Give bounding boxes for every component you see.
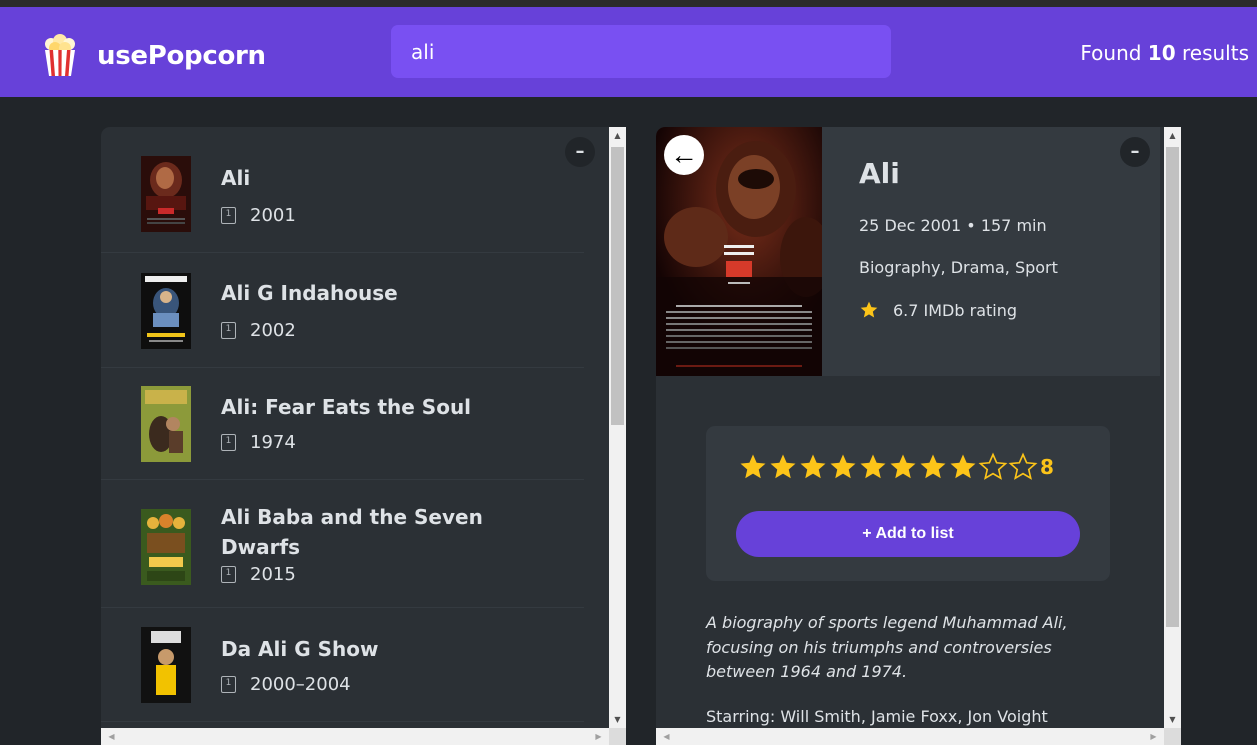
star-filled-icon[interactable] [798,452,828,482]
movie-year: 1 2000–2004 [221,674,351,695]
details-horizontal-scrollbar[interactable]: ◀ ▶ [656,728,1181,745]
movie-details-box[interactable]: ← Ali 25 Dec 2001 • 157 min Biography, D… [656,127,1181,745]
star-filled-icon[interactable] [738,452,768,482]
movie-year: 1 1974 [221,432,296,453]
popcorn-icon [45,34,75,76]
movie-title: Ali Baba and the Seven Dwarfs [221,505,483,559]
movie-title: Da Ali G Show [221,637,379,661]
list-horizontal-scrollbar[interactable]: ◀ ▶ [101,728,626,745]
calendar-icon: 1 [221,207,236,224]
starring-text: Starring: Will Smith, Jamie Foxx, Jon Vo… [706,707,1048,726]
list-vertical-scrollbar[interactable]: ▲ ▼ [609,127,626,728]
movie-list-item[interactable]: Ali: Fear Eats the Soul 1 1974 [101,368,584,480]
star-icon [860,301,878,318]
scroll-down-arrow-icon[interactable]: ▼ [1164,711,1181,728]
star-filled-icon[interactable] [858,452,888,482]
movie-title: Ali G Indahouse [221,281,398,305]
movie-year-text: 2001 [250,205,296,226]
calendar-icon: 1 [221,566,236,583]
results-suffix: results [1175,41,1249,65]
release-runtime: 25 Dec 2001 • 157 min [859,216,1047,235]
movie-year: 1 2002 [221,320,296,341]
star-filled-icon[interactable] [888,452,918,482]
scrollbar-thumb[interactable] [1166,147,1179,627]
window-top-strip [0,0,1257,7]
navbar: usePopcorn Found 10 results [0,7,1257,97]
star-filled-icon[interactable] [918,452,948,482]
rating-value: 8 [1040,455,1054,479]
movie-poster [141,156,191,232]
results-number: 10 [1147,41,1176,65]
movie-year-text: 2002 [250,320,296,341]
movie-list-item[interactable]: Ali G Indahouse 1 2002 [101,253,584,368]
imdb-rating: 6.7 IMDb rating [859,300,1017,320]
search-input[interactable] [391,25,891,78]
movie-year-text: 2015 [250,564,296,585]
star-rating[interactable]: 8 [738,452,1054,482]
calendar-icon: 1 [221,676,236,693]
scrollbar-corner [1164,728,1181,745]
star-filled-icon[interactable] [828,452,858,482]
back-button[interactable]: ← [664,135,704,175]
calendar-icon: 1 [221,434,236,451]
movie-poster [141,627,191,703]
movie-list-item[interactable]: Ali Baba and the Seven Dwarfs 1 2015 [101,480,584,608]
user-rating-box: 8 + Add to list [706,426,1110,581]
movie-poster [141,509,191,585]
results-count: Found 10 results [1080,41,1249,65]
movie-list-item[interactable]: Da Ali G Show 1 2000–2004 [101,608,584,722]
app-name: usePopcorn [97,41,266,71]
detail-title: Ali [859,157,900,190]
movie-year: 1 2001 [221,205,296,226]
scroll-down-arrow-icon[interactable]: ▼ [609,711,626,728]
scroll-right-arrow-icon[interactable]: ▶ [1145,728,1162,745]
star-filled-icon[interactable] [768,452,798,482]
movie-list-item[interactable]: Ali 1 2001 [101,127,584,253]
star-empty-icon[interactable] [978,452,1008,482]
scrollbar-thumb[interactable] [611,147,624,425]
movie-poster [141,273,191,349]
results-prefix: Found [1080,41,1148,65]
movie-list-box[interactable]: Ali 1 2001 Ali G Indahouse 1 2002 Ali: F… [101,127,626,745]
movie-year: 1 2015 [221,564,296,585]
movie-list: Ali 1 2001 Ali G Indahouse 1 2002 Ali: F… [101,127,584,722]
plot-text: A biography of sports legend Muhammad Al… [706,613,1068,681]
movie-year-text: 1974 [250,432,296,453]
add-to-list-button[interactable]: + Add to list [736,511,1080,557]
movie-poster [141,386,191,462]
movie-year-text: 2000–2004 [250,674,351,695]
scroll-right-arrow-icon[interactable]: ▶ [590,728,607,745]
star-empty-icon[interactable] [1008,452,1038,482]
genre: Biography, Drama, Sport [859,258,1058,277]
scroll-left-arrow-icon[interactable]: ◀ [658,728,675,745]
movie-title: Ali: Fear Eats the Soul [221,395,472,419]
collapse-details-button[interactable]: – [1120,137,1150,167]
details-header: ← Ali 25 Dec 2001 • 157 min Biography, D… [656,127,1160,376]
scrollbar-corner [609,728,626,745]
movie-title: Ali [221,166,251,190]
scroll-up-arrow-icon[interactable]: ▲ [609,127,626,144]
calendar-icon: 1 [221,322,236,339]
details-vertical-scrollbar[interactable]: ▲ ▼ [1164,127,1181,728]
logo: usePopcorn [40,34,266,78]
star-filled-icon[interactable] [948,452,978,482]
scroll-up-arrow-icon[interactable]: ▲ [1164,127,1181,144]
scroll-left-arrow-icon[interactable]: ◀ [103,728,120,745]
imdb-rating-text: 6.7 IMDb rating [893,300,1018,320]
collapse-list-button[interactable]: – [565,137,595,167]
